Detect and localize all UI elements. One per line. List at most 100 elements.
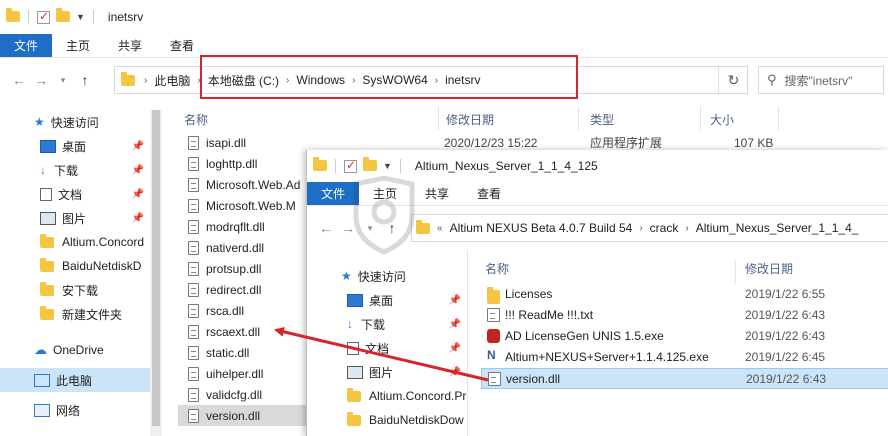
sidebar-item-documents[interactable]: 文档 📌 — [0, 182, 150, 206]
file-row[interactable]: nativerd.dll — [178, 237, 308, 258]
sidebar-item-desktop[interactable]: 桌面 📌 — [0, 134, 150, 158]
back-arrow-icon[interactable]: ← — [315, 220, 337, 236]
tab-home[interactable]: 主页 — [52, 34, 104, 57]
sidebar-item-downloads[interactable]: ↓ 下载 📌 — [0, 158, 150, 182]
up-arrow-icon[interactable]: ↑ — [381, 220, 403, 236]
file-row-selected[interactable]: version.dll 2019/1/22 6:43 — [481, 368, 888, 389]
sidebar-item-altium-concord[interactable]: Altium.Concord.Pr — [307, 384, 467, 408]
chevron-right-icon[interactable]: › — [636, 223, 645, 234]
up-arrow-icon[interactable]: ↑ — [74, 72, 96, 88]
file-row[interactable]: Licenses 2019/1/22 6:55 — [481, 284, 888, 305]
new-folder-icon[interactable] — [56, 8, 70, 23]
sidebar-item-documents[interactable]: 文档 📌 — [307, 336, 467, 360]
tab-view[interactable]: 查看 — [463, 182, 515, 205]
sidebar-item-anxiazai[interactable]: 安下载 — [0, 278, 150, 302]
sidebar-scrollbar[interactable] — [150, 110, 162, 436]
dll-file-icon — [188, 345, 199, 360]
breadcrumb-crack[interactable]: crack — [646, 221, 683, 235]
breadcrumb-this-pc[interactable]: 此电脑 — [150, 72, 194, 89]
sidebar-item-network[interactable]: 网络 — [0, 398, 150, 422]
folder-icon — [416, 219, 430, 234]
back-arrow-icon[interactable]: ← — [8, 72, 30, 88]
sidebar-item-downloads[interactable]: ↓ 下载 📌 — [307, 312, 467, 336]
breadcrumb-altium-nexus-beta[interactable]: Altium NEXUS Beta 4.0.7 Build 54 — [446, 221, 637, 235]
sidebar-item-quick-access[interactable]: ★ 快速访问 — [0, 110, 150, 134]
pin-icon[interactable]: 📌 — [132, 165, 144, 176]
column-header-name[interactable]: 名称 — [184, 111, 208, 128]
file-list: isapi.dll loghttp.dll Microsoft.Web.Ad M… — [178, 132, 308, 426]
pin-icon[interactable]: 📌 — [449, 343, 461, 354]
column-header-size[interactable]: 大小 — [710, 111, 734, 128]
file-row[interactable]: rsca.dll — [178, 300, 308, 321]
sidebar-item-desktop[interactable]: 桌面 📌 — [307, 288, 467, 312]
file-row[interactable]: redirect.dll — [178, 279, 308, 300]
overflow-chevron-icon[interactable]: « — [434, 223, 446, 234]
forward-arrow-icon[interactable]: → — [30, 72, 52, 88]
column-header-name[interactable]: 名称 — [485, 260, 509, 277]
pin-icon[interactable]: 📌 — [132, 189, 144, 200]
sidebar-item-quick-access[interactable]: ★ 快速访问 — [307, 264, 467, 288]
column-headers: 名称 修改日期 — [483, 254, 888, 284]
chevron-right-icon[interactable]: › — [141, 75, 150, 86]
column-header-date[interactable]: 修改日期 — [745, 260, 793, 277]
properties-icon[interactable] — [37, 9, 50, 24]
tab-view[interactable]: 查看 — [156, 34, 208, 57]
file-row[interactable]: static.dll — [178, 342, 308, 363]
folder-icon[interactable] — [6, 8, 20, 23]
new-folder-icon[interactable] — [363, 157, 377, 172]
tab-file[interactable]: 文件 — [307, 182, 360, 205]
refresh-icon[interactable]: ↻ — [718, 66, 748, 94]
file-row[interactable]: uihelper.dll — [178, 363, 308, 384]
column-header-date[interactable]: 修改日期 — [446, 111, 494, 128]
cloud-icon: ☁ — [34, 342, 47, 357]
sidebar-item-baidunetdisk[interactable]: BaiduNetdiskD — [0, 254, 150, 278]
sidebar-item-pictures[interactable]: 图片 📌 — [307, 360, 467, 384]
pin-icon[interactable]: 📌 — [449, 319, 461, 330]
file-row[interactable]: AD LicenseGen UNIS 1.5.exe 2019/1/22 6:4… — [481, 326, 888, 347]
chevron-down-icon[interactable]: ▼ — [383, 161, 392, 171]
column-header-type[interactable]: 类型 — [590, 111, 614, 128]
file-row[interactable]: N Altium+NEXUS+Server+1.1.4.125.exe 2019… — [481, 347, 888, 368]
chevron-down-icon[interactable]: ▼ — [76, 12, 85, 22]
chevron-right-icon[interactable]: › — [682, 223, 691, 234]
pin-icon[interactable]: 📌 — [132, 213, 144, 224]
text-file-icon — [487, 308, 500, 322]
sidebar-item-new-folder[interactable]: 新建文件夹 — [0, 302, 150, 326]
pin-icon[interactable]: 📌 — [449, 367, 461, 378]
recent-chevron-icon[interactable]: ▾ — [359, 223, 381, 234]
file-row[interactable]: Microsoft.Web.Ad — [178, 174, 308, 195]
sidebar-item-pictures[interactable]: 图片 📌 — [0, 206, 150, 230]
sidebar-item-onedrive[interactable]: ☁ OneDrive — [0, 338, 150, 362]
file-row[interactable]: protsup.dll — [178, 258, 308, 279]
tab-share[interactable]: 共享 — [411, 182, 463, 205]
file-row[interactable]: isapi.dll — [178, 132, 308, 153]
search-placeholder: 搜索"inetsrv" — [784, 73, 853, 88]
scrollbar-thumb[interactable] — [152, 110, 160, 426]
file-row[interactable]: !!! ReadMe !!!.txt 2019/1/22 6:43 — [481, 305, 888, 326]
forward-arrow-icon[interactable]: → — [337, 220, 359, 236]
file-row-selected[interactable]: version.dll — [178, 405, 308, 426]
breadcrumb-altium-nexus-server[interactable]: Altium_Nexus_Server_1_1_4_ — [692, 221, 863, 235]
sidebar-item-baidunetdisk[interactable]: BaiduNetdiskDow — [307, 408, 467, 432]
search-box[interactable]: ⚲ 搜索"inetsrv" — [758, 66, 884, 94]
computer-icon — [34, 373, 50, 387]
recent-chevron-icon[interactable]: ▾ — [52, 75, 74, 86]
folder-icon[interactable] — [313, 157, 327, 172]
tab-share[interactable]: 共享 — [104, 34, 156, 57]
address-bar[interactable]: « Altium NEXUS Beta 4.0.7 Build 54 › cra… — [411, 214, 888, 242]
file-row[interactable]: validcfg.dll — [178, 384, 308, 405]
file-row[interactable]: rscaext.dll — [178, 321, 308, 342]
pin-icon[interactable]: 📌 — [132, 141, 144, 152]
folder-icon — [40, 233, 54, 248]
sidebar-item-altium-concord[interactable]: Altium.Concord — [0, 230, 150, 254]
pin-icon[interactable]: 📌 — [449, 295, 461, 306]
file-row[interactable]: loghttp.dll — [178, 153, 308, 174]
file-row[interactable]: Microsoft.Web.M — [178, 195, 308, 216]
tab-home[interactable]: 主页 — [359, 182, 411, 205]
file-row[interactable]: modrqflt.dll — [178, 216, 308, 237]
tab-file[interactable]: 文件 — [0, 34, 53, 57]
sidebar-item-this-pc[interactable]: 此电脑 — [0, 368, 150, 392]
app-red-icon — [487, 329, 500, 343]
properties-icon[interactable] — [344, 158, 357, 173]
dll-file-icon — [188, 198, 199, 213]
